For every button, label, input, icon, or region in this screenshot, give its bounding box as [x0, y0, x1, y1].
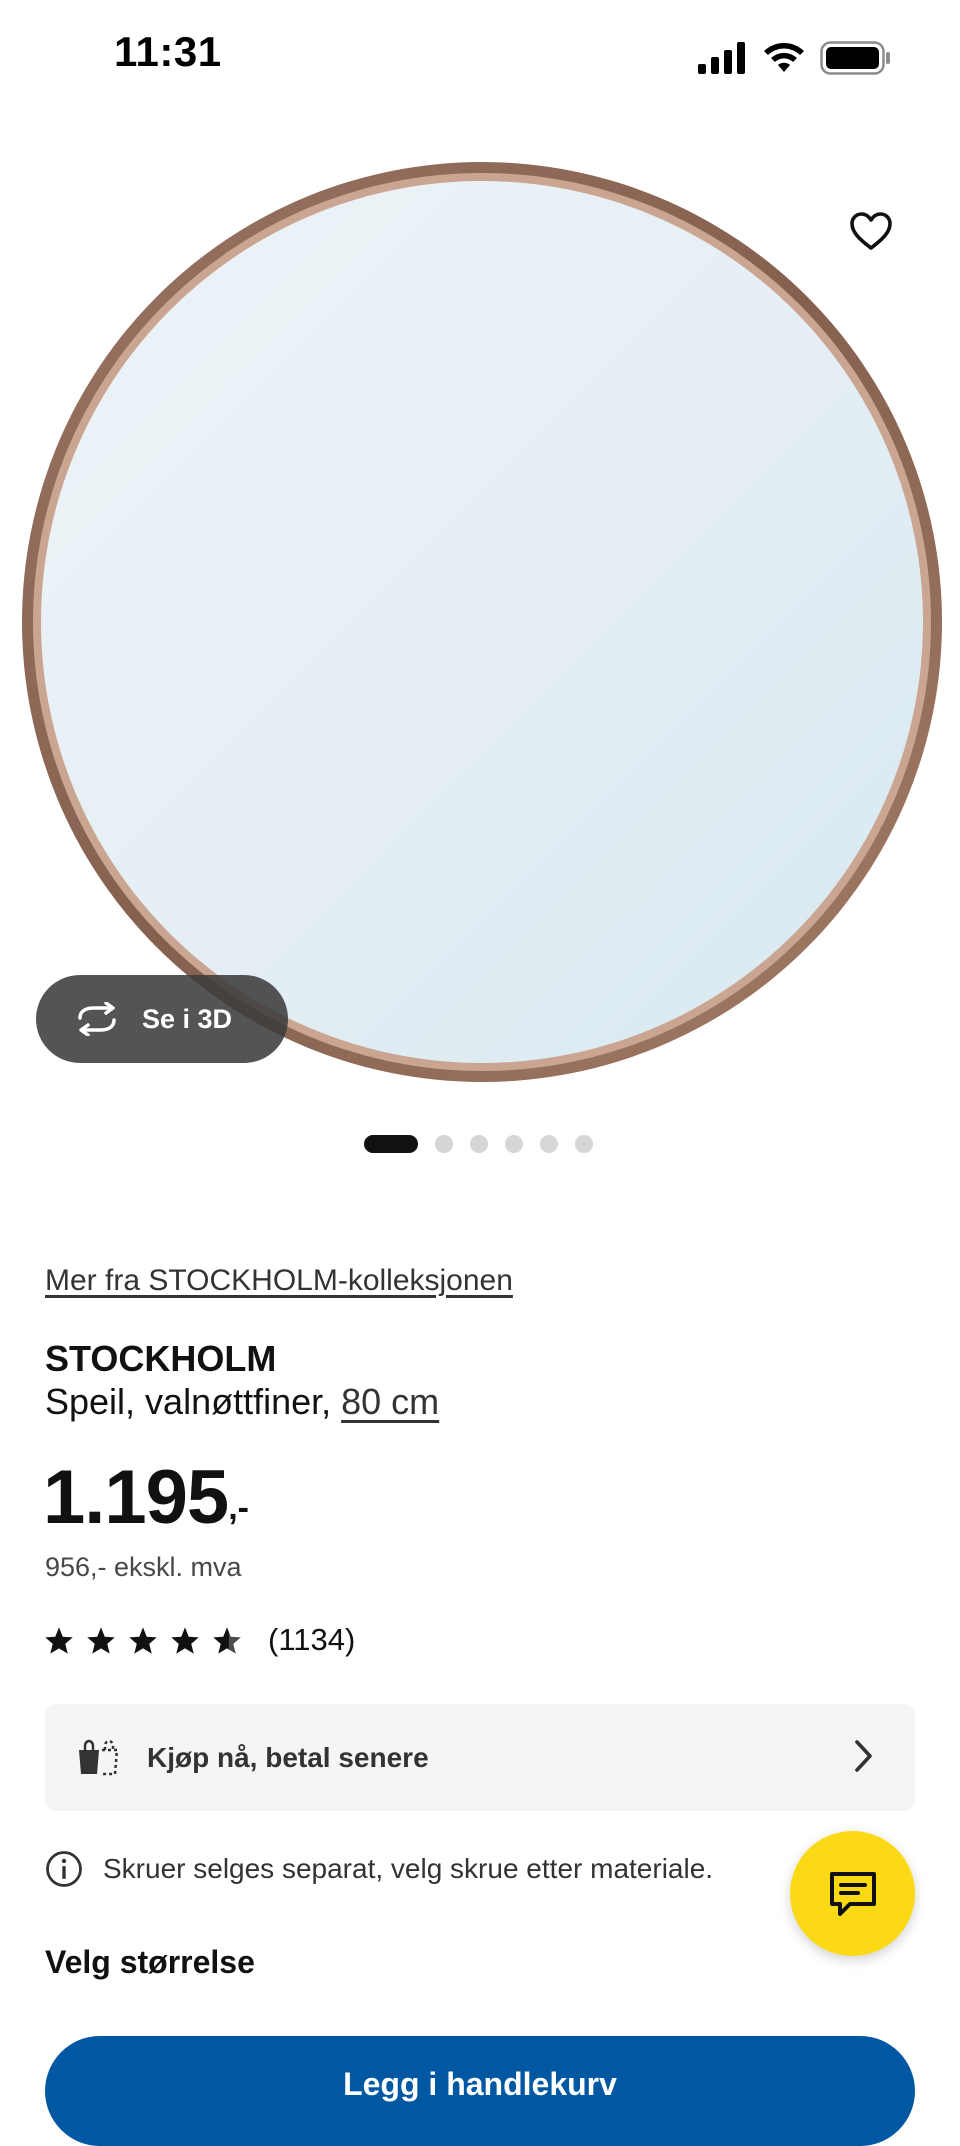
heart-outline-icon: [850, 212, 892, 250]
view-3d-button[interactable]: Se i 3D: [36, 975, 288, 1063]
size-link[interactable]: 80 cm: [341, 1381, 439, 1422]
status-icons: [698, 38, 892, 78]
pager-dot[interactable]: [575, 1135, 593, 1153]
pay-later-label: Kjøp nå, betal senere: [147, 1741, 429, 1773]
pager-dot[interactable]: [540, 1135, 558, 1153]
screws-info: Skruer selges separat, velg skrue etter …: [45, 1850, 713, 1888]
pay-later-icon: [79, 1739, 119, 1775]
chat-icon: [829, 1871, 876, 1916]
product-description: Speil, valnøttfiner, 80 cm: [45, 1381, 439, 1423]
wifi-icon: [764, 43, 804, 72]
rotate-3d-icon: [78, 1002, 116, 1036]
chat-button[interactable]: [790, 1831, 915, 1956]
add-to-cart-button[interactable]: Legg i handlekurv: [45, 2036, 915, 2146]
product-image: [22, 162, 942, 1082]
pager-dot[interactable]: [435, 1135, 453, 1153]
star-half-icon: [213, 1626, 241, 1654]
cellular-signal-icon: [698, 42, 745, 74]
review-count: (1134): [268, 1622, 356, 1657]
rating-summary[interactable]: (1134): [44, 1622, 355, 1658]
collection-link[interactable]: Mer fra STOCKHOLM-kolleksjonen: [45, 1264, 513, 1298]
price-value: 1.195: [43, 1455, 229, 1540]
product-price: 1.195 ,-: [43, 1455, 249, 1541]
view-3d-label: Se i 3D: [142, 1003, 233, 1034]
info-icon: [46, 1851, 82, 1887]
star-icon: [87, 1626, 115, 1654]
gallery-pager: [364, 1135, 593, 1153]
battery-icon: [820, 41, 890, 75]
product-description-text: Speil, valnøttfiner,: [45, 1381, 342, 1422]
price-excl-vat: 956,- ekskl. mva: [45, 1552, 242, 1582]
star-icon: [129, 1626, 157, 1654]
favorite-button[interactable]: [842, 202, 900, 260]
select-size-heading: Velg størrelse: [45, 1944, 255, 1980]
pager-dot[interactable]: [505, 1135, 523, 1153]
pager-dot[interactable]: [470, 1135, 488, 1153]
status-time: 11:31: [114, 28, 222, 75]
pager-dot-active[interactable]: [364, 1135, 418, 1153]
chevron-right-icon: [855, 1740, 872, 1772]
pay-later-banner[interactable]: Kjøp nå, betal senere: [45, 1704, 915, 1811]
price-suffix: ,-: [228, 1489, 249, 1527]
star-icon: [45, 1626, 73, 1654]
product-name: STOCKHOLM: [45, 1338, 277, 1379]
star-icon: [171, 1626, 199, 1654]
screws-info-text: Skruer selges separat, velg skrue etter …: [103, 1853, 714, 1884]
